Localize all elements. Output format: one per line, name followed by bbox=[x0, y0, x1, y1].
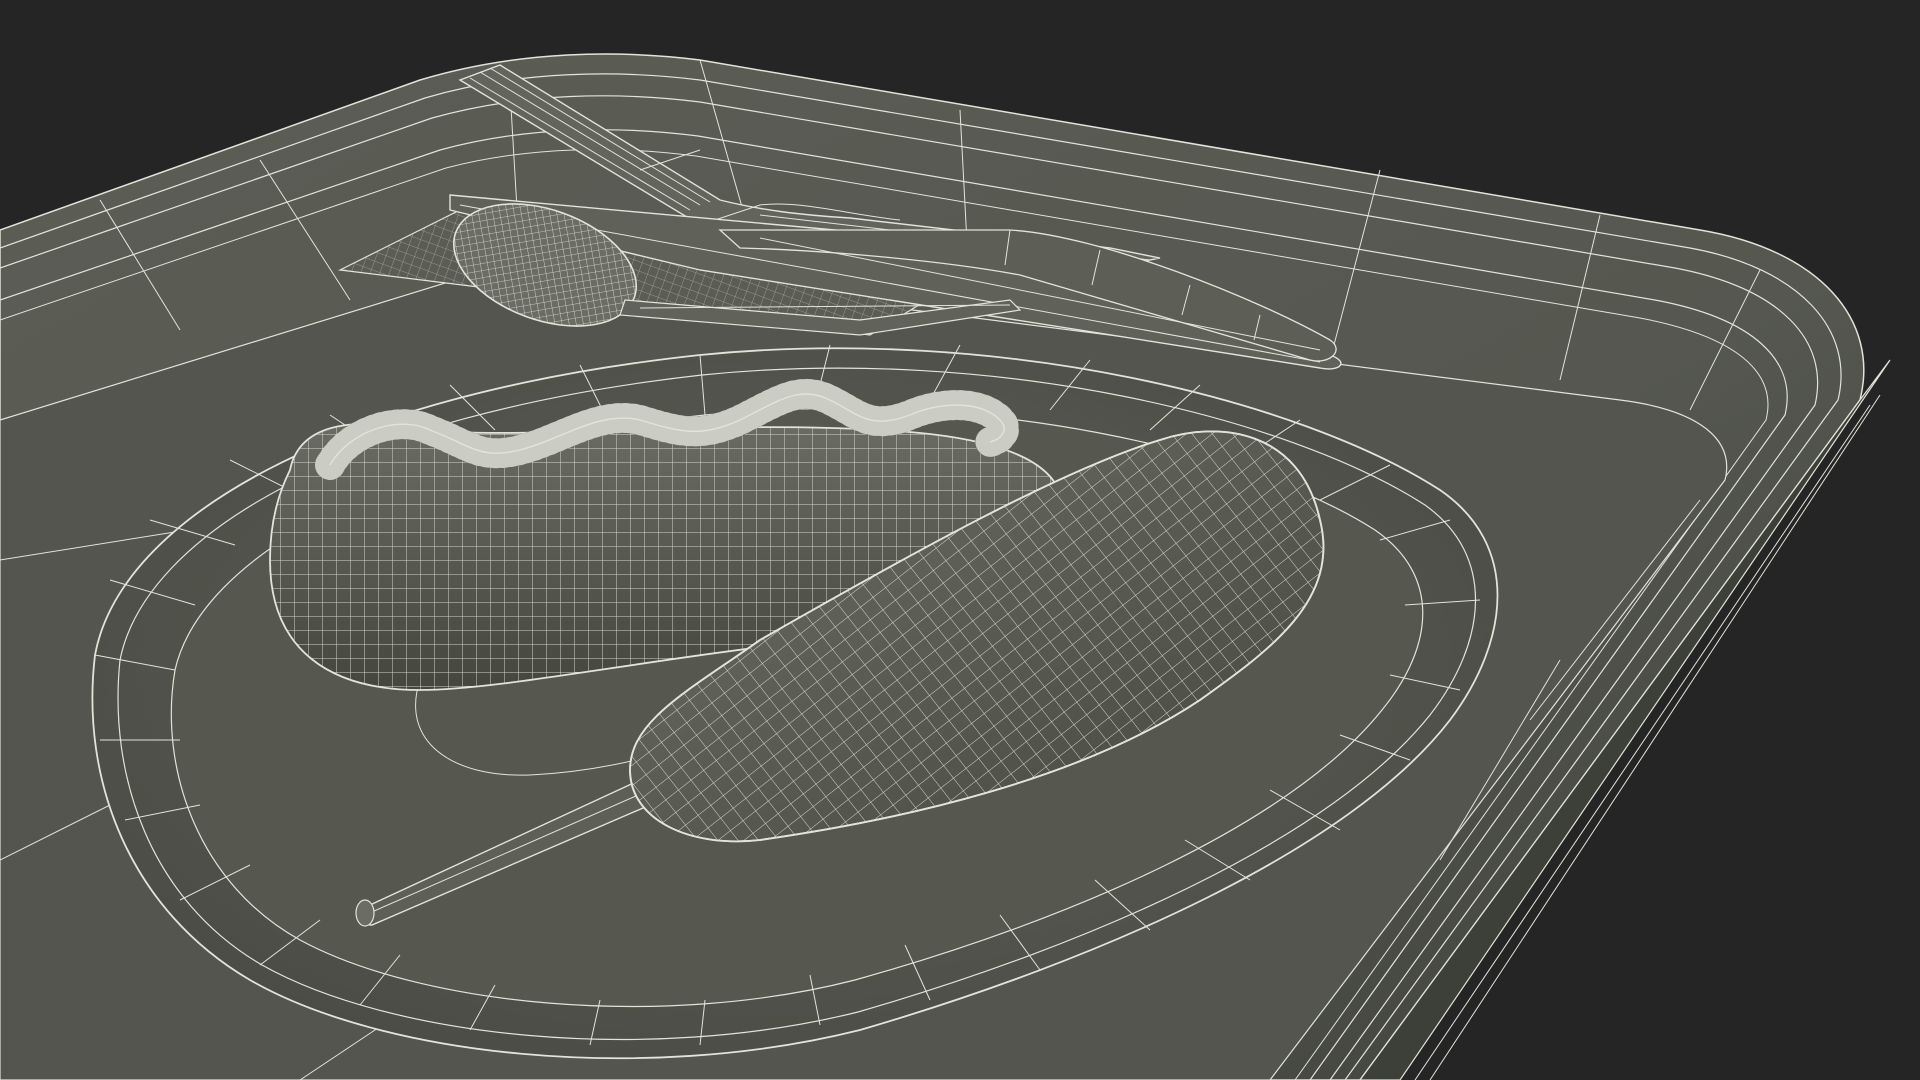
render-viewport bbox=[0, 0, 1920, 1080]
wireframe-scene bbox=[0, 0, 1920, 1080]
